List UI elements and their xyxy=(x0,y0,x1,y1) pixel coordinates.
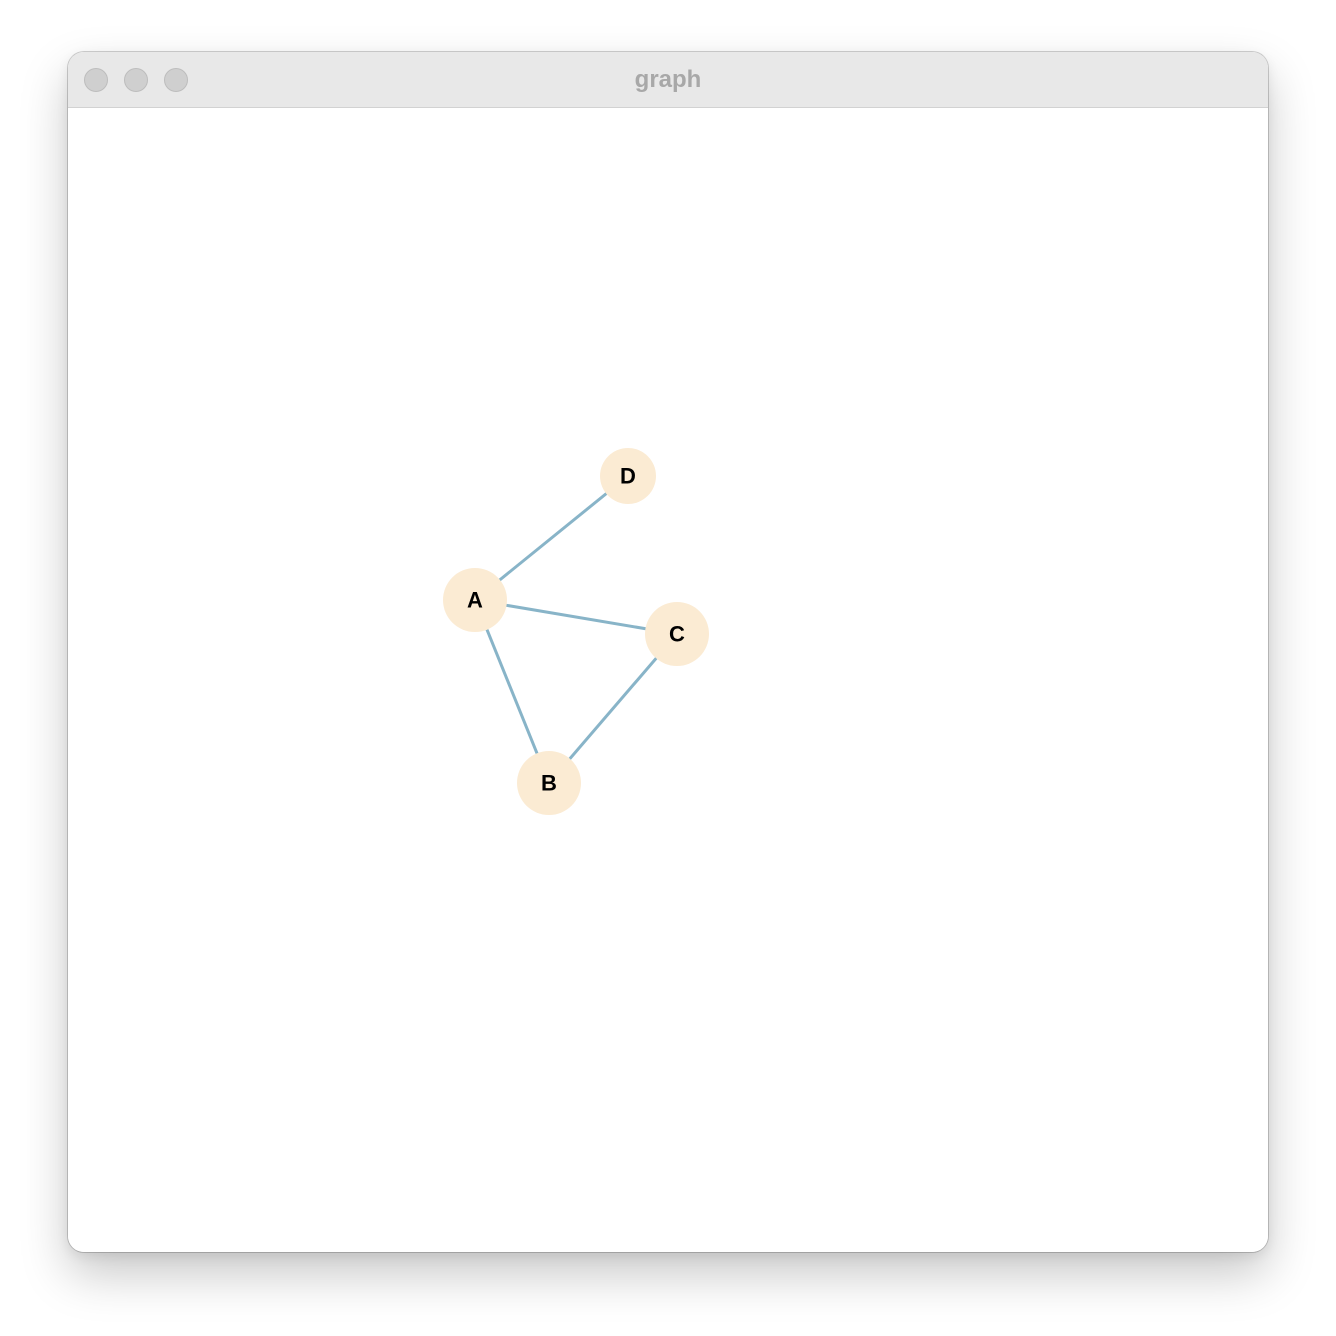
node-d[interactable]: D xyxy=(600,448,656,504)
node-label-c: C xyxy=(669,622,685,647)
title-bar[interactable]: graph xyxy=(68,52,1268,108)
nodes-layer: A B C D xyxy=(443,448,709,815)
node-c[interactable]: C xyxy=(645,602,709,666)
app-window: graph A B C D xyxy=(68,52,1268,1252)
window-title: graph xyxy=(634,66,702,93)
node-a[interactable]: A xyxy=(443,568,507,632)
node-label-a: A xyxy=(467,588,483,613)
graph-svg: A B C D xyxy=(443,448,709,815)
node-label-d: D xyxy=(620,464,636,489)
graph-canvas[interactable]: A B C D xyxy=(68,108,1268,1252)
node-b[interactable]: B xyxy=(517,751,581,815)
node-label-b: B xyxy=(541,771,557,796)
